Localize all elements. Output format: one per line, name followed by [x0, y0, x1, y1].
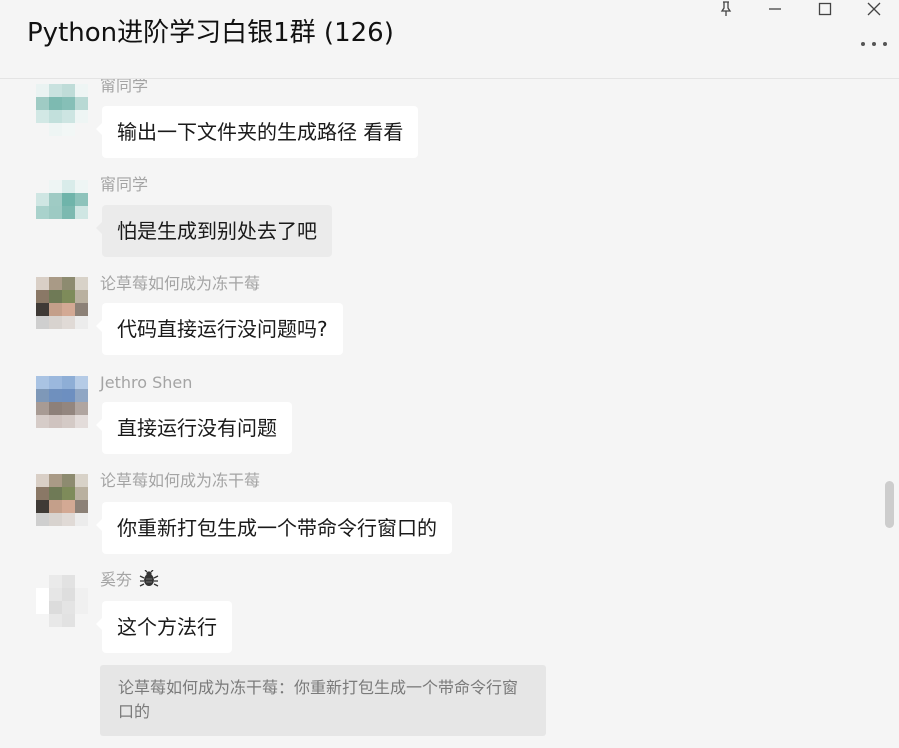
- sender-name: 甯同学: [100, 175, 149, 194]
- avatar[interactable]: [36, 180, 88, 232]
- maximize-icon[interactable]: [811, 0, 839, 18]
- sender-name-text: 奚夯: [100, 570, 133, 589]
- title-bar: Python进阶学习白银1群 (126): [0, 0, 899, 79]
- sender-name: 奚夯: [100, 569, 159, 593]
- message-list[interactable]: 甯同学 输出一下文件夹的生成路径 看看 甯同学 怕是生成到别处去了吧 论草莓如何…: [0, 79, 899, 748]
- sender-name: 论草莓如何成为冻干莓: [100, 274, 261, 293]
- sender-name: Jethro Shen: [100, 373, 193, 392]
- minimize-icon[interactable]: [761, 0, 789, 18]
- avatar[interactable]: [36, 376, 88, 428]
- close-icon[interactable]: [860, 0, 888, 18]
- message-bubble[interactable]: 直接运行没有问题: [96, 402, 292, 454]
- bug-icon: [139, 569, 159, 593]
- message-bubble[interactable]: 你重新打包生成一个带命令行窗口的: [96, 502, 452, 554]
- message-bubble[interactable]: 怕是生成到别处去了吧: [96, 205, 332, 257]
- message-bubble[interactable]: 代码直接运行没问题吗?: [96, 303, 343, 355]
- avatar[interactable]: [36, 277, 88, 329]
- avatar[interactable]: [36, 84, 88, 136]
- pin-icon[interactable]: [712, 0, 740, 18]
- sender-name: 甯同学: [100, 79, 149, 95]
- quoted-message[interactable]: 论草莓如何成为冻干莓：你重新打包生成一个带命令行窗口的: [100, 665, 546, 736]
- avatar[interactable]: [36, 575, 88, 627]
- scrollbar-thumb[interactable]: [885, 481, 894, 528]
- chat-title: Python进阶学习白银1群 (126): [27, 18, 394, 48]
- message-bubble[interactable]: 这个方法行: [96, 601, 232, 653]
- message-bubble[interactable]: 输出一下文件夹的生成路径 看看: [95, 106, 419, 158]
- more-icon[interactable]: [861, 38, 887, 50]
- sender-name: 论草莓如何成为冻干莓: [100, 471, 261, 490]
- avatar[interactable]: [36, 474, 88, 526]
